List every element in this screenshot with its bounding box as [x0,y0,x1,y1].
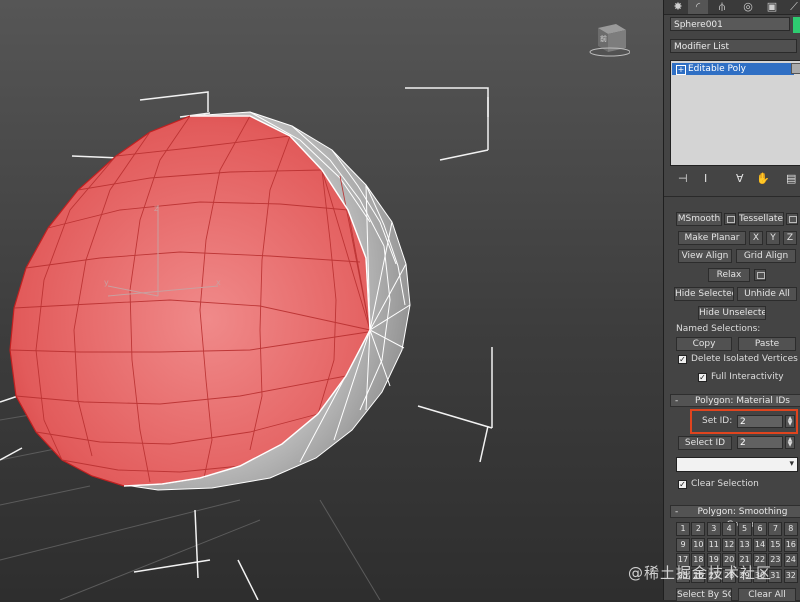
command-panel-tabs: ✸ ◜ ⫛ ◎ ▣ ⟋ [664,0,800,15]
select-id-spinner[interactable]: 2 [737,436,783,449]
smoothing-group-button[interactable]: 1 [676,522,690,536]
grid-align-button[interactable]: Grid Align [736,249,796,263]
object-name-field[interactable]: Sphere001 [670,17,790,31]
viewport-scene[interactable] [0,0,663,600]
select-id-button[interactable]: Select ID [678,436,732,450]
relax-button[interactable]: Relax [708,268,750,282]
smoothing-group-button[interactable]: 10 [691,537,706,552]
smoothing-group-button[interactable]: 5 [737,522,752,536]
clear-selection-label: Clear Selection [691,479,759,489]
collapse-icon: - [675,507,679,517]
display-tab-icon[interactable]: ▣ [762,0,782,14]
full-interactivity-checkbox[interactable]: ✓ [698,373,707,382]
stack-scrollbar[interactable] [791,63,800,74]
modify-tab-icon[interactable]: ◜ [688,0,708,14]
axis-x-label: x [216,278,221,287]
named-selections-label: Named Selections: [676,324,761,334]
stack-item-label: Editable Poly [688,64,746,74]
smoothing-group-button[interactable]: 24 [783,553,798,567]
set-id-highlight-box [690,409,798,434]
configure-sets-icon[interactable]: ▤ [786,172,796,185]
motion-tab-icon[interactable]: ◎ [738,0,758,14]
smoothing-group-button[interactable]: 12 [722,537,737,552]
copy-button[interactable]: Copy [676,337,732,351]
smoothing-group-button[interactable]: 2 [691,522,706,536]
viewcube-label: 前 [600,35,607,43]
divider [664,196,800,197]
command-panel: ✸ ◜ ⫛ ◎ ▣ ⟋ Sphere001 Modifier List + Ed… [663,0,800,602]
viewcube[interactable]: 前 [586,22,630,58]
dropdown-arrow-icon: ▾ [789,459,794,469]
material-name-dropdown[interactable]: ▾ [676,457,798,472]
collapse-icon: - [675,396,679,406]
remove-modifier-icon[interactable]: ✋ [756,172,770,185]
create-tab-icon[interactable]: ✸ [668,0,688,14]
tessellate-settings-icon[interactable] [786,213,798,225]
tessellate-button[interactable]: Tessellate [738,212,784,226]
pin-stack-icon[interactable]: ⊣ [678,172,688,185]
object-color-swatch[interactable] [793,17,800,33]
full-interactivity-label: Full Interactivity [711,372,784,382]
material-ids-rollout-header[interactable]: - Polygon: Material IDs [670,394,800,407]
expand-icon[interactable]: + [676,65,686,75]
modifier-list-dropdown[interactable]: Modifier List [670,39,797,53]
smoothing-group-button[interactable]: 3 [706,522,721,536]
paste-button[interactable]: Paste [738,337,796,351]
smoothing-group-button[interactable]: 16 [783,537,798,552]
smoothing-group-button[interactable]: 9 [676,537,690,552]
delete-isolated-vertices-checkbox[interactable]: ✓ [678,355,687,364]
utilities-tab-icon[interactable]: ⟋ [784,0,800,14]
smoothing-group-button[interactable]: 8 [783,522,798,536]
hierarchy-tab-icon[interactable]: ⫛ [712,0,732,14]
select-id-spin-arrows-icon[interactable]: ▲ ▼ [785,436,795,449]
planar-y-button[interactable]: Y [766,231,780,245]
perspective-viewport[interactable]: 前 y x z [0,0,663,600]
unhide-all-button[interactable]: Unhide All [737,287,797,301]
msmooth-button[interactable]: MSmooth [676,212,722,226]
smoothing-group-button[interactable]: 13 [737,537,752,552]
planar-z-button[interactable]: Z [783,231,797,245]
rollout-title: Polygon: Material IDs [695,396,790,406]
delete-isolated-vertices-label: Delete Isolated Vertices [691,354,798,364]
smoothing-groups-rollout-header[interactable]: - Polygon: Smoothing Groups [670,505,800,530]
make-unique-icon[interactable]: ∀ [736,172,744,185]
watermark: @稀土掘金技术社区 [628,564,773,582]
stack-toolbar: ⊣ Ⅰ ∀ ✋ ▤ [674,172,799,186]
msmooth-settings-icon[interactable] [724,213,736,225]
smoothing-group-button[interactable]: 6 [753,522,767,536]
smoothing-group-button[interactable]: 15 [768,537,783,552]
axis-z-label: z [154,204,159,213]
smoothing-group-button[interactable]: 32 [783,568,798,583]
hide-selected-button[interactable]: Hide Selected [674,287,734,301]
axis-y-label: y [104,278,109,287]
make-planar-button[interactable]: Make Planar [678,231,746,245]
stack-item-editable-poly[interactable]: + Editable Poly [672,63,794,75]
smoothing-group-button[interactable]: 14 [753,537,767,552]
smoothing-group-button[interactable]: 4 [722,522,737,536]
planar-x-button[interactable]: X [749,231,763,245]
smoothing-group-button[interactable]: 11 [706,537,721,552]
modifier-stack[interactable]: + Editable Poly [670,60,800,166]
show-end-result-icon[interactable]: Ⅰ [704,172,707,185]
clear-selection-checkbox[interactable]: ✓ [678,480,687,489]
smoothing-group-button[interactable]: 7 [768,522,783,536]
hide-unselected-button[interactable]: Hide Unselected [698,306,766,320]
view-align-button[interactable]: View Align [678,249,732,263]
relax-settings-icon[interactable] [754,269,766,281]
